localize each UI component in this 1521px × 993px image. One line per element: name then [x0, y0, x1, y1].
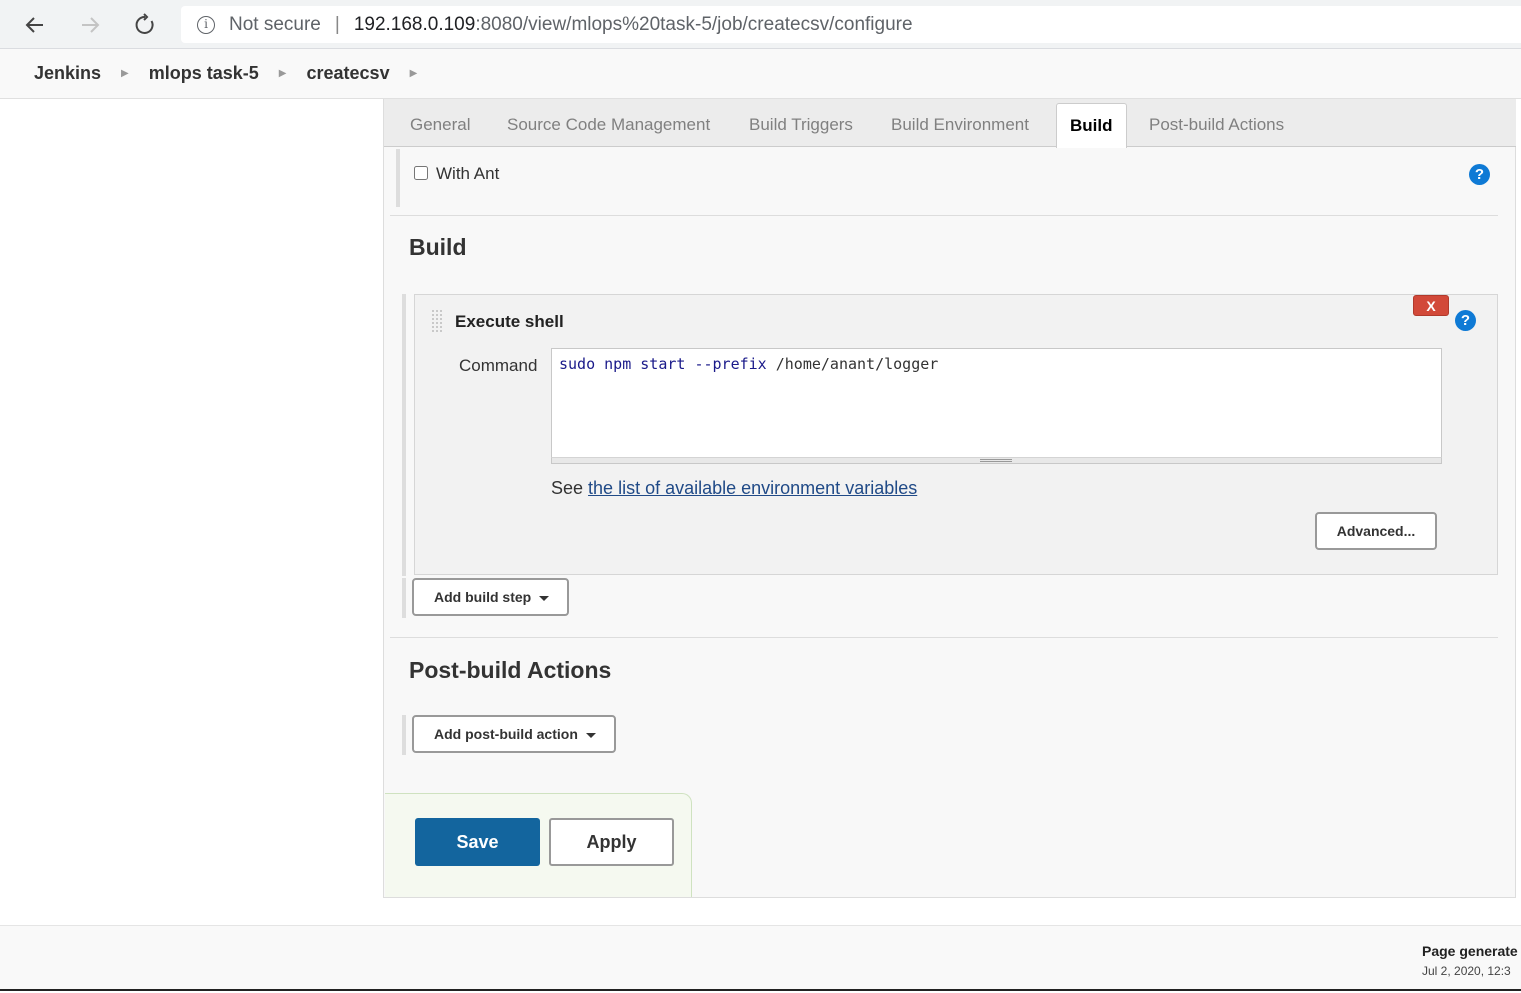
delete-step-button[interactable]: X	[1413, 295, 1449, 316]
env-vars-link[interactable]: the list of available environment variab…	[588, 478, 917, 498]
breadcrumb: Jenkins ▶ mlops task-5 ▶ createcsv ▶	[0, 49, 1521, 99]
with-ant-label[interactable]: With Ant	[436, 164, 499, 184]
back-button[interactable]	[20, 10, 50, 40]
section-divider	[390, 215, 1498, 216]
address-bar[interactable]: i Not secure | 192.168.0.109:8080/view/m…	[181, 6, 1521, 43]
config-panel: General Source Code Management Build Tri…	[383, 99, 1516, 898]
tab-general[interactable]: General	[410, 103, 470, 147]
tab-build-environment[interactable]: Build Environment	[891, 103, 1029, 147]
tab-build[interactable]: Build	[1056, 103, 1127, 148]
arrow-right-icon	[82, 17, 100, 33]
build-step-container: Execute shell X ? Command sudo npm start…	[402, 294, 1498, 576]
security-label: Not secure	[229, 13, 321, 35]
info-icon[interactable]: i	[197, 15, 215, 34]
with-ant-checkbox[interactable]	[414, 166, 428, 180]
save-apply-panel: Save Apply	[385, 793, 692, 897]
url-host: 192.168.0.109	[353, 13, 476, 35]
command-keywords: sudo npm start --prefix	[559, 355, 767, 373]
apply-button[interactable]: Apply	[549, 818, 674, 866]
with-ant-row: With Ant	[396, 149, 1508, 207]
command-path: /home/anant/logger	[775, 355, 939, 373]
help-icon[interactable]: ?	[1469, 164, 1490, 185]
help-icon[interactable]: ?	[1455, 310, 1476, 331]
add-build-step-button[interactable]: Add build step	[412, 578, 569, 616]
page-footer: Page generate Jul 2, 2020, 12:3	[0, 925, 1521, 991]
reload-button[interactable]	[130, 10, 160, 40]
url-path: :8080/view/mlops%20task-5/job/createcsv/…	[475, 13, 913, 35]
add-build-step-label: Add build step	[434, 589, 532, 605]
env-vars-prefix: See	[551, 478, 584, 498]
breadcrumb-arrow-icon[interactable]: ▶	[279, 68, 287, 79]
section-divider	[390, 637, 1498, 638]
page-generated-label: Page generate	[1422, 943, 1518, 959]
caret-down-icon	[585, 732, 596, 738]
config-tabbar: General Source Code Management Build Tri…	[384, 99, 1516, 148]
arrow-left-icon	[25, 17, 43, 33]
page-generated-date: Jul 2, 2020, 12:3	[1422, 964, 1511, 978]
reload-icon	[135, 13, 154, 34]
add-post-build-action-button[interactable]: Add post-build action	[412, 715, 616, 753]
post-build-section-title: Post-build Actions	[409, 657, 612, 683]
env-vars-hint: See the list of available environment va…	[551, 478, 917, 499]
textarea-resize-handle[interactable]	[551, 457, 1442, 464]
command-textarea[interactable]: sudo npm start --prefix /home/anant/logg…	[551, 348, 1442, 464]
tab-source-code-management[interactable]: Source Code Management	[507, 103, 710, 147]
breadcrumb-createcsv[interactable]: createcsv	[307, 63, 410, 84]
breadcrumb-jenkins[interactable]: Jenkins	[34, 63, 121, 84]
dropdown-indent-bar	[402, 715, 406, 755]
execute-shell-title: Execute shell	[455, 312, 564, 331]
browser-toolbar: i Not secure | 192.168.0.109:8080/view/m…	[0, 0, 1521, 49]
breadcrumb-mlops-task-5[interactable]: mlops task-5	[149, 63, 279, 84]
breadcrumb-arrow-icon[interactable]: ▶	[410, 68, 418, 79]
save-button[interactable]: Save	[415, 818, 540, 866]
tab-post-build-actions[interactable]: Post-build Actions	[1149, 103, 1284, 147]
caret-down-icon	[539, 595, 550, 601]
resize-grip-icon	[980, 459, 1012, 462]
tab-build-triggers[interactable]: Build Triggers	[749, 103, 853, 147]
advanced-button[interactable]: Advanced...	[1315, 512, 1437, 550]
execute-shell-step: Execute shell X ? Command sudo npm start…	[414, 294, 1498, 575]
drag-handle-icon[interactable]	[431, 309, 443, 333]
breadcrumb-arrow-icon[interactable]: ▶	[121, 68, 129, 79]
address-separator: |	[334, 13, 340, 35]
add-post-build-action-label: Add post-build action	[434, 726, 578, 742]
command-label: Command	[459, 356, 538, 375]
build-section-title: Build	[409, 234, 467, 260]
forward-button[interactable]	[75, 10, 105, 40]
dropdown-indent-bar	[402, 578, 406, 618]
